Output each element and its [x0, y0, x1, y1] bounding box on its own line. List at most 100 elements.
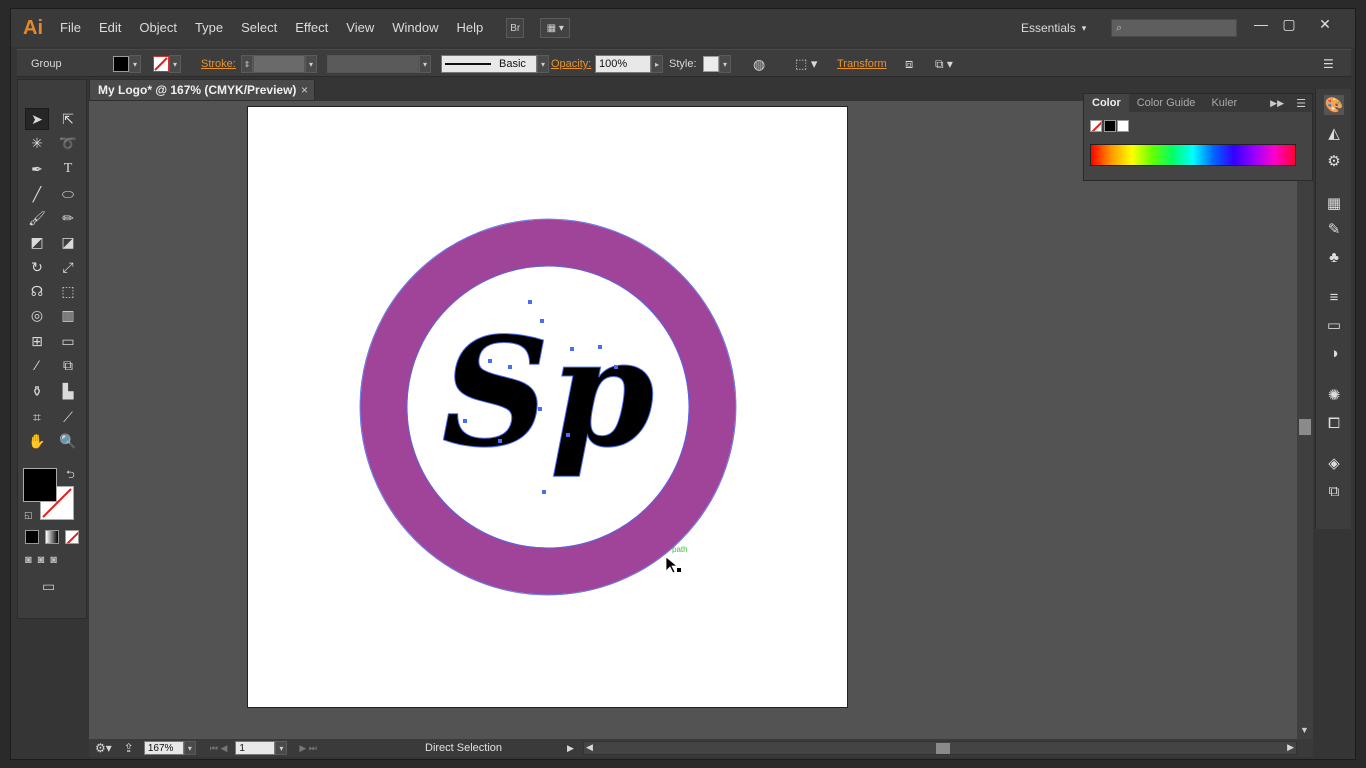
- zoom-field[interactable]: 167%: [143, 741, 184, 755]
- shape-builder-tool[interactable]: ◎: [25, 304, 49, 326]
- stroke-swatch-control[interactable]: ▾: [153, 50, 181, 78]
- eyedropper-tool[interactable]: ⁄: [25, 354, 49, 376]
- variable-width-dropdown[interactable]: ▾: [419, 55, 431, 73]
- tab-kuler[interactable]: Kuler: [1203, 94, 1245, 112]
- scroll-down-icon[interactable]: ▼: [1300, 725, 1309, 735]
- panel-menu-icon[interactable]: ☰: [1296, 97, 1306, 110]
- perspective-grid-tool[interactable]: ▥: [56, 304, 80, 326]
- menu-object[interactable]: Object: [130, 9, 186, 47]
- transparency-panel-icon[interactable]: ◑: [1324, 343, 1344, 363]
- scroll-right-icon[interactable]: ▶: [1287, 742, 1294, 753]
- symbol-sprayer-tool[interactable]: ⚱: [25, 380, 49, 402]
- layers-panel-icon[interactable]: ◈: [1324, 453, 1344, 473]
- fill-dropdown[interactable]: ▾: [129, 55, 141, 73]
- menu-help[interactable]: Help: [447, 9, 492, 47]
- artboard[interactable]: Sp path: [247, 106, 848, 708]
- current-tool-status[interactable]: Direct Selection: [425, 742, 502, 754]
- selection-tool[interactable]: ➤: [25, 108, 49, 130]
- logo-letters[interactable]: Sp: [441, 305, 655, 482]
- stroke-panel-icon[interactable]: ≡: [1324, 287, 1344, 307]
- vertical-scroll-thumb[interactable]: [1299, 419, 1311, 435]
- fill-color-box[interactable]: [23, 468, 57, 502]
- rotate-tool[interactable]: ↻: [25, 256, 49, 278]
- swatches-icon[interactable]: ▦: [1324, 193, 1344, 213]
- gradient-mode-button[interactable]: [45, 530, 59, 544]
- brushes-icon[interactable]: ✎: [1324, 219, 1344, 239]
- status-settings-icon[interactable]: ⚙▾: [95, 741, 112, 755]
- arrange-documents-button[interactable]: ▦ ▾: [540, 18, 571, 38]
- lasso-tool[interactable]: ➰: [56, 132, 80, 154]
- eraser-tool[interactable]: ◪: [56, 231, 80, 253]
- column-graph-tool[interactable]: ▙: [56, 380, 80, 402]
- first-artboard-icon[interactable]: ⏮ ◀: [210, 743, 228, 754]
- last-artboard-icon[interactable]: ▶ ⏭: [299, 743, 317, 754]
- screen-mode-icon[interactable]: ▭: [42, 578, 55, 595]
- gradient-tool[interactable]: ▭: [56, 330, 80, 352]
- artboard-navigator[interactable]: 1 ▾: [235, 741, 288, 755]
- none-mode-button[interactable]: [65, 530, 79, 544]
- stroke-label[interactable]: Stroke:: [201, 50, 236, 78]
- white-swatch[interactable]: [1117, 120, 1129, 132]
- isolate-group-button[interactable]: ⧈: [905, 50, 913, 78]
- menu-edit[interactable]: Edit: [90, 9, 130, 47]
- opacity-control[interactable]: 100% ▸: [595, 50, 663, 78]
- color-spectrum[interactable]: [1090, 144, 1296, 166]
- color-guide-icon[interactable]: ◭: [1324, 123, 1344, 143]
- zoom-control[interactable]: 167% ▾: [143, 741, 196, 755]
- mesh-tool[interactable]: ⊞: [25, 330, 49, 352]
- menu-type[interactable]: Type: [186, 9, 232, 47]
- stroke-weight-dropdown[interactable]: ▾: [305, 55, 317, 73]
- slice-tool[interactable]: ⟋: [56, 406, 80, 428]
- panel-expand-icon[interactable]: ▶▶: [1270, 98, 1284, 109]
- menu-select[interactable]: Select: [232, 9, 286, 47]
- bridge-button[interactable]: Br: [506, 18, 525, 38]
- zoom-dropdown[interactable]: ▾: [183, 741, 196, 755]
- transform-link[interactable]: Transform: [837, 50, 887, 78]
- swap-fill-stroke-icon[interactable]: ⮌: [66, 466, 75, 485]
- close-document-icon[interactable]: ×: [301, 83, 308, 97]
- stroke-weight-control[interactable]: ⇕ ▾: [241, 50, 317, 78]
- artboard-dropdown[interactable]: ▾: [275, 741, 288, 755]
- paintbrush-tool[interactable]: 🖌: [25, 207, 49, 229]
- brush-field[interactable]: Basic: [441, 55, 537, 73]
- magic-wand-tool[interactable]: ✳: [25, 132, 49, 154]
- artboards-panel-icon[interactable]: ⧉: [1324, 481, 1344, 501]
- minimize-button[interactable]: —: [1247, 13, 1275, 35]
- stroke-dropdown[interactable]: ▾: [169, 55, 181, 73]
- graphic-style-dropdown[interactable]: ▾: [719, 55, 731, 73]
- graphic-styles-icon[interactable]: ⧠: [1324, 413, 1344, 433]
- menu-view[interactable]: View: [337, 9, 383, 47]
- color-mode-button[interactable]: [25, 530, 39, 544]
- align-to-button[interactable]: ⬚ ▾: [795, 50, 817, 78]
- canvas-area[interactable]: Sp path: [89, 101, 1297, 739]
- menu-file[interactable]: File: [51, 9, 90, 47]
- document-tab[interactable]: My Logo* @ 167% (CMYK/Preview) ×: [89, 79, 315, 101]
- hand-tool[interactable]: ✋: [25, 430, 49, 452]
- tab-color-guide[interactable]: Color Guide: [1129, 94, 1204, 112]
- horizontal-scrollbar[interactable]: ◀ ▶: [583, 741, 1297, 755]
- brush-control[interactable]: Basic ▾: [441, 50, 549, 78]
- horizontal-scroll-thumb[interactable]: [936, 743, 950, 754]
- default-fill-stroke-icon[interactable]: ◱: [24, 510, 33, 521]
- blend-tool[interactable]: ⧉: [56, 354, 80, 376]
- artboard-number-field[interactable]: 1: [235, 741, 276, 755]
- workspace-switcher[interactable]: Essentials ▾: [1021, 9, 1086, 47]
- opacity-field[interactable]: 100%: [595, 55, 651, 73]
- menu-effect[interactable]: Effect: [286, 9, 337, 47]
- free-transform-tool[interactable]: ⬚: [56, 280, 80, 302]
- color-panel-icon[interactable]: 🎨: [1324, 95, 1344, 115]
- pencil-tool[interactable]: ✏: [56, 207, 80, 229]
- appearance-panel-icon[interactable]: ✺: [1324, 385, 1344, 405]
- stroke-weight-field[interactable]: [253, 55, 305, 73]
- ellipse-tool[interactable]: ⬭: [56, 183, 80, 205]
- artboard-tool[interactable]: ⌗: [25, 406, 49, 428]
- opacity-label[interactable]: Opacity:: [551, 50, 591, 78]
- none-color-swatch[interactable]: [1090, 120, 1102, 132]
- stroke-weight-stepper[interactable]: ⇕: [241, 55, 253, 73]
- maximize-button[interactable]: ▢: [1275, 13, 1303, 35]
- kuler-icon[interactable]: ⚙: [1324, 151, 1344, 171]
- help-search-input[interactable]: ⌕: [1111, 19, 1237, 37]
- tab-color[interactable]: Color: [1084, 94, 1129, 112]
- zoom-tool[interactable]: 🔍: [56, 430, 80, 452]
- draw-modes-icons[interactable]: ◙◙◙: [25, 554, 63, 566]
